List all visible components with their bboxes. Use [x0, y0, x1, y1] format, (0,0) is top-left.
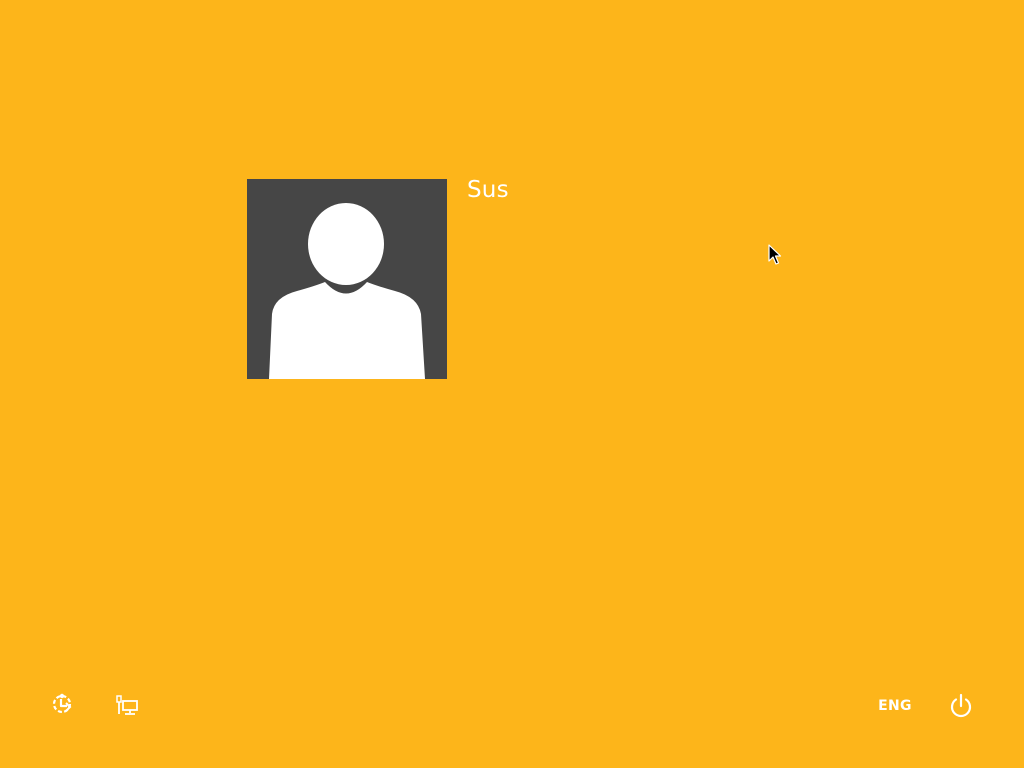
network-button[interactable]: [107, 686, 147, 726]
user-avatar-tile[interactable]: [247, 179, 447, 379]
power-button[interactable]: [941, 686, 981, 726]
network-icon: [116, 695, 138, 715]
mouse-cursor-icon: [768, 244, 782, 265]
power-icon: [950, 693, 972, 718]
default-user-avatar-icon: [269, 203, 425, 379]
language-indicator[interactable]: ENG: [870, 686, 920, 726]
user-name[interactable]: Sus: [467, 174, 509, 206]
ease-of-access-icon: [52, 693, 72, 714]
ease-of-access-button[interactable]: [43, 686, 83, 726]
